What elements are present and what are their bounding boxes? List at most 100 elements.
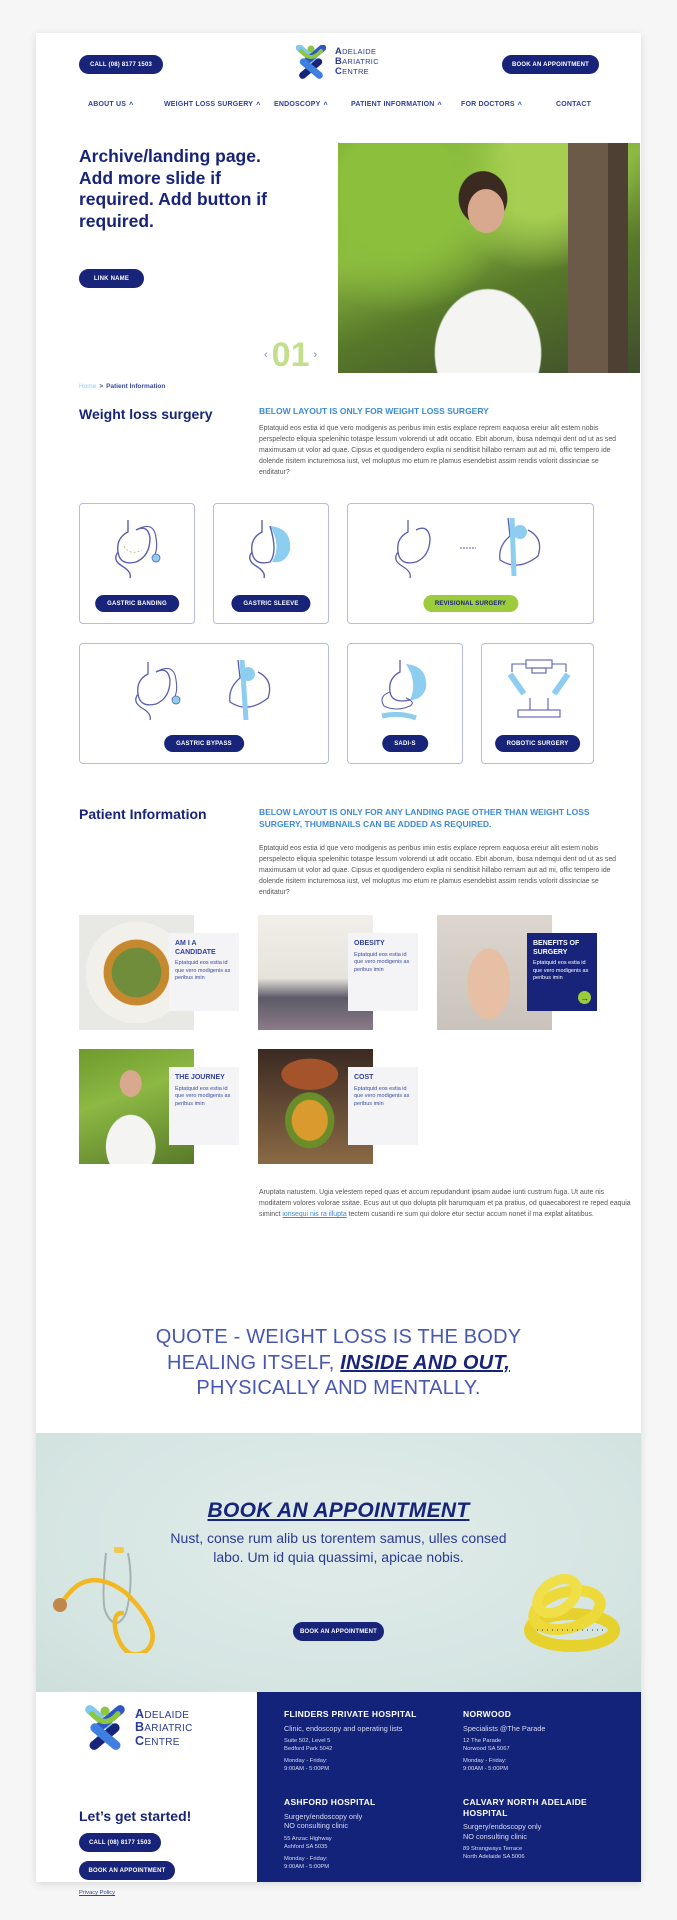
next-slide-arrow-icon[interactable]: › — [314, 349, 318, 361]
chevron-up-icon: ^ — [517, 102, 523, 109]
tile-label: GASTRIC BANDING — [95, 595, 179, 612]
quote-emphasis: INSIDE AND OUT, — [340, 1351, 510, 1374]
logo-mark-icon — [85, 1705, 125, 1750]
tile-label: REVISIONAL SURGERY — [422, 595, 519, 612]
robotic-surgery-icon — [508, 659, 570, 718]
nav-item-for-doctors[interactable]: FOR DOCTORS ^ — [461, 101, 523, 109]
info-card-text: Eptatquid eos estia id que vero modigeni… — [354, 1085, 410, 1107]
gastric-banding-icon — [115, 520, 161, 579]
slide-number: 01 — [271, 336, 310, 374]
weight-loss-subtitle: BELOW LAYOUT IS ONLY FOR WEIGHT LOSS SUR… — [259, 406, 489, 416]
footer-book-button[interactable]: BOOK AN APPOINTMENT — [79, 1861, 175, 1880]
booking-text: Nust, conse rum alib us torentem samus, … — [170, 1530, 507, 1565]
breadcrumb-separator: > — [99, 383, 104, 390]
chevron-up-icon: ^ — [256, 102, 261, 109]
nav-label: WEIGHT LOSS SURGERY — [164, 101, 254, 108]
tile-gastric-sleeve[interactable]: GASTRIC SLEEVE — [213, 503, 329, 624]
info-card-title: THE JOURNEY — [175, 1074, 225, 1081]
info-card-title: OBESITY — [354, 940, 385, 947]
location-hours: Monday - Friday: 9:00AM - 5:00PM — [463, 1758, 509, 1772]
tape-measure-icon — [524, 1573, 620, 1652]
tile-gastric-banding[interactable]: GASTRIC BANDING — [79, 503, 195, 624]
prev-slide-arrow-icon[interactable]: ‹ — [264, 349, 268, 361]
location-norwood: NORWOOD Specialists @The Parade 12 The P… — [463, 1709, 613, 1773]
location-sub: Surgery/endoscopy only NO consulting clin… — [284, 1811, 363, 1831]
info-card-box: OBESITY Eptatquid eos estia id que vero … — [348, 933, 418, 1011]
location-ashford: ASHFORD HOSPITAL Surgery/endoscopy only N… — [284, 1797, 444, 1871]
nav-label: PATIENT INFORMATION — [351, 101, 435, 108]
logo[interactable]: ADELAIDE BARIATRIC CENTRE — [291, 45, 379, 79]
nav-item-about-us[interactable]: ABOUT US ^ — [88, 101, 133, 109]
nav-item-endoscopy[interactable]: ENDOSCOPY ^ — [274, 101, 328, 109]
location-sub: Clinic, endoscopy and operating lists — [284, 1723, 403, 1733]
page-card: CALL (08) 8177 1503 ADELAIDE BARIATRIC C… — [36, 33, 641, 1896]
call-button[interactable]: CALL (08) 8177 1503 — [79, 55, 163, 74]
hero-link-button[interactable]: LINK NAME — [79, 269, 144, 288]
footer-tagline: Let’s get started! — [79, 1808, 192, 1824]
location-sub: Surgery/endoscopy only NO consulting clin… — [463, 1822, 542, 1841]
arrow-right-icon[interactable]: → — [578, 991, 591, 1004]
after-text-part: tectem cusandi re sum qui dolore etur se… — [346, 1211, 594, 1218]
info-card-title: BENEFITS OF SURGERY — [533, 940, 580, 956]
location-name: FLINDERS PRIVATE HOSPITAL — [284, 1709, 417, 1719]
info-card-title: AM I A CANDIDATE — [175, 940, 216, 956]
booking-section: BOOK AN APPOINTMENT Nust, conse rum alib… — [36, 1433, 641, 1692]
privacy-policy-link[interactable]: Privacy Policy — [79, 1890, 115, 1896]
footer-logo[interactable]: ADELAIDE BARIATRIC CENTRE — [79, 1705, 193, 1751]
book-appointment-button[interactable]: BOOK AN APPOINTMENT — [502, 55, 599, 74]
booking-title[interactable]: BOOK AN APPOINTMENT — [36, 1499, 641, 1523]
location-sub: Specialists @The Parade — [463, 1723, 546, 1733]
breadcrumb-current: Patient Information — [106, 383, 166, 390]
nav-label: CONTACT — [556, 101, 592, 108]
info-card-box: COST Eptatquid eos estia id que vero mod… — [348, 1067, 418, 1145]
info-card-box: AM I A CANDIDATE Eptatquid eos estia id … — [169, 933, 239, 1011]
nav-item-weight-loss-surgery[interactable]: WEIGHT LOSS SURGERY ^ — [164, 101, 261, 109]
gastric-bypass-icon — [135, 659, 271, 721]
quote-text: PHYSICALLY AND MENTALLY. — [196, 1377, 481, 1399]
tile-revisional-surgery[interactable]: REVISIONAL SURGERY — [347, 503, 594, 624]
main-nav: ABOUT US ^ WEIGHT LOSS SURGERY ^ ENDOSCO… — [36, 101, 641, 115]
location-address: 55 Anzac Highway Ashford SA 5035 — [284, 1835, 332, 1850]
logo-mark-icon — [295, 45, 327, 79]
breadcrumb: Home > Patient Information — [79, 383, 165, 390]
info-card-text: Eptatquid eos estia id que vero modigeni… — [175, 1085, 231, 1107]
tile-sadi-s[interactable]: SADI-S — [347, 643, 463, 764]
info-card-box: BENEFITS OF SURGERY Eptatquid eos estia … — [527, 933, 597, 1011]
inline-link[interactable]: ionsequi nis ra illupta — [282, 1211, 346, 1218]
weight-loss-body: Eptatquid eos estia id que vero modigeni… — [259, 425, 616, 476]
chevron-up-icon: ^ — [437, 102, 442, 109]
footer-call-button[interactable]: CALL (08) 8177 1503 — [79, 1833, 161, 1852]
quote: QUOTE - WEIGHT LOSS IS THE BODY HEALING … — [36, 1325, 641, 1402]
location-hours: Monday - Friday: 9:00AM - 5:00PM — [284, 1758, 330, 1772]
weight-loss-title: Weight loss surgery — [79, 406, 213, 422]
nav-label: FOR DOCTORS — [461, 101, 515, 108]
hero-title: Archive/landing page. Add more slide if … — [79, 146, 267, 231]
booking-button[interactable]: BOOK AN APPOINTMENT — [293, 1622, 384, 1641]
sadi-s-icon — [381, 660, 427, 721]
info-card-text: Eptatquid eos estia id que vero modigeni… — [533, 960, 589, 981]
revisional-surgery-icon — [395, 517, 541, 579]
location-hours: Monday - Friday: 9:00AM - 5:00PM — [284, 1855, 330, 1870]
tile-label: GASTRIC BYPASS — [164, 735, 244, 752]
patient-info-subtitle: BELOW LAYOUT IS ONLY FOR ANY LANDING PAG… — [259, 807, 590, 829]
breadcrumb-home-link[interactable]: Home — [79, 383, 96, 390]
nav-item-patient-information[interactable]: PATIENT INFORMATION ^ — [351, 101, 442, 109]
nav-label: ABOUT US — [88, 101, 127, 108]
tile-label: ROBOTIC SURGERY — [494, 735, 581, 752]
patient-info-after-text: Aruptata natustem. Ugia velestem reped q… — [259, 1187, 631, 1220]
location-address: Suite 502, Level 5 Bedford Park 5042 — [284, 1738, 333, 1752]
info-card-title: COST — [354, 1074, 374, 1081]
tile-robotic-surgery[interactable]: ROBOTIC SURGERY — [481, 643, 594, 764]
nav-label: ENDOSCOPY — [274, 101, 321, 108]
tile-gastric-bypass[interactable]: GASTRIC BYPASS — [79, 643, 329, 764]
hero-image — [338, 143, 640, 373]
nav-item-contact[interactable]: CONTACT — [556, 101, 591, 108]
location-name: CALVARY NORTH ADELAIDE HOSPITAL — [463, 1797, 588, 1818]
info-card-text: Eptatquid eos estia id que vero modigeni… — [354, 951, 410, 973]
chevron-up-icon: ^ — [323, 102, 328, 109]
location-calvary: CALVARY NORTH ADELAIDE HOSPITAL Surgery/… — [463, 1797, 613, 1861]
location-address: 12 The Parade Norwood SA 5067 — [463, 1738, 510, 1752]
logo-text: ADELAIDE BARIATRIC CENTRE — [335, 46, 379, 76]
info-card-text: Eptatquid eos estia id que vero modigeni… — [175, 960, 231, 981]
location-name: ASHFORD HOSPITAL — [284, 1797, 376, 1807]
